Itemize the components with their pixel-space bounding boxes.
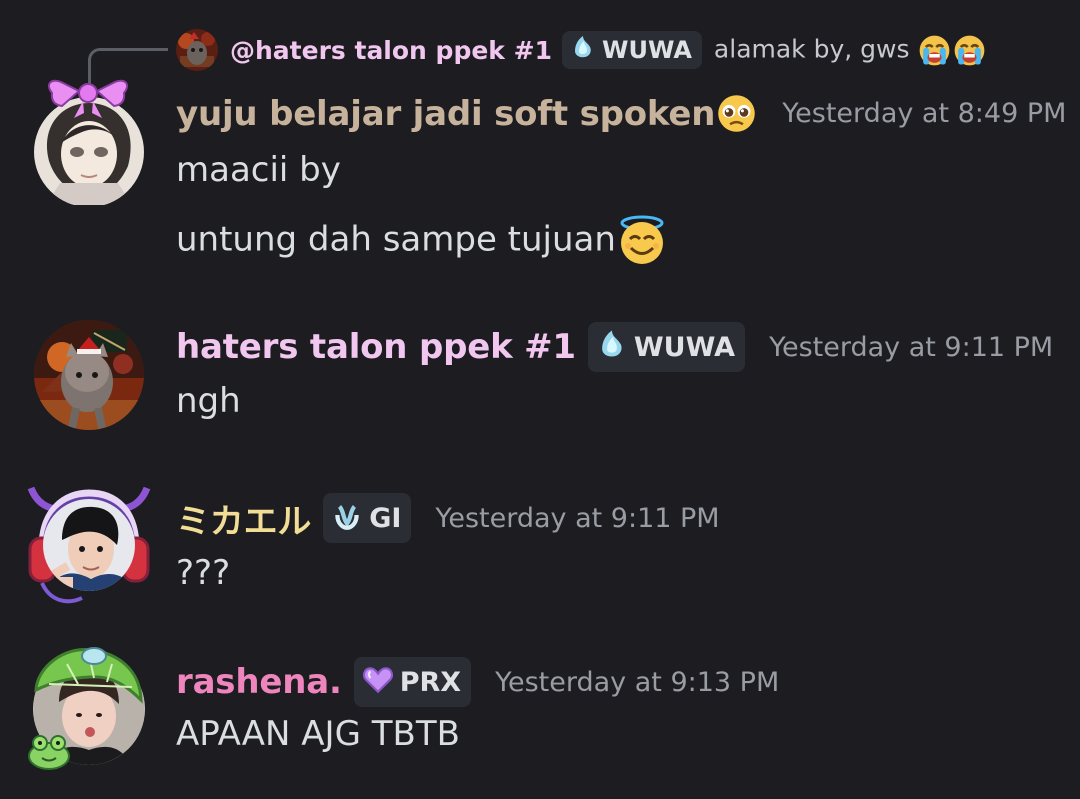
server-tag-label: WUWA xyxy=(633,331,736,363)
message-line: ??? xyxy=(176,553,231,593)
reply-author-tag[interactable]: WUWA xyxy=(561,31,702,69)
reply-message-preview: alamak by, gws xyxy=(714,33,988,68)
timestamp[interactable]: Yesterday at 8:49 PM xyxy=(782,98,1066,129)
username-text: rashena. xyxy=(176,662,342,702)
reply-avatar[interactable] xyxy=(176,29,218,71)
avatar[interactable] xyxy=(24,480,154,610)
pleading-face-icon xyxy=(715,92,758,135)
message-line: maacii by xyxy=(176,150,341,190)
server-tag-label: PRX xyxy=(399,666,462,698)
reply-author[interactable]: @haters talon ppek #1 xyxy=(230,36,552,65)
username[interactable]: rashena. xyxy=(176,662,342,702)
message-header: rashena. PRX Yesterday at 9:13 PM xyxy=(176,657,779,707)
message-line: ngh xyxy=(176,381,241,421)
wuwa-icon xyxy=(596,328,628,367)
message-header: yuju belajar jadi soft spoken Yesterday … xyxy=(176,92,1066,135)
avatar[interactable] xyxy=(34,320,144,430)
timestamp[interactable]: Yesterday at 9:11 PM xyxy=(435,503,719,534)
timestamp[interactable]: Yesterday at 9:11 PM xyxy=(769,332,1053,363)
server-tag-label: GI xyxy=(369,502,402,534)
smiling-face-with-halo-icon xyxy=(616,215,668,267)
avatar[interactable] xyxy=(24,75,154,207)
loudly-crying-face-icon xyxy=(952,33,987,68)
purple-heart-icon xyxy=(362,663,394,702)
server-tag[interactable]: WUWA xyxy=(587,322,746,372)
message-line-text: untung dah sampe tujuan xyxy=(176,219,616,260)
server-tag[interactable]: GI xyxy=(323,493,412,543)
wuwa-icon xyxy=(570,34,596,66)
message-header: ミカエル GI Yesterday at 9:11 PM xyxy=(176,493,720,543)
username-text: ミカエル xyxy=(176,501,312,542)
username-text: haters talon ppek #1 xyxy=(176,327,576,367)
reply-message-text: alamak by, gws xyxy=(713,34,910,63)
message-line: APAAN AJG TBTB xyxy=(176,714,460,754)
message-line: untung dah sampe tujuan xyxy=(176,215,668,267)
avatar[interactable] xyxy=(24,642,154,772)
reply-tag-label: WUWA xyxy=(601,36,692,64)
username[interactable]: yuju belajar jadi soft spoken xyxy=(176,94,715,134)
server-tag[interactable]: PRX xyxy=(353,657,472,707)
timestamp[interactable]: Yesterday at 9:13 PM xyxy=(495,667,779,698)
gi-icon xyxy=(331,499,363,538)
username-text: yuju belajar jadi soft spoken xyxy=(176,93,716,134)
username[interactable]: haters talon ppek #1 xyxy=(176,327,576,367)
username[interactable]: ミカエル xyxy=(176,494,311,543)
message-header: haters talon ppek #1 WUWA Yesterday at 9… xyxy=(176,322,1053,372)
loudly-crying-face-icon xyxy=(917,33,952,68)
